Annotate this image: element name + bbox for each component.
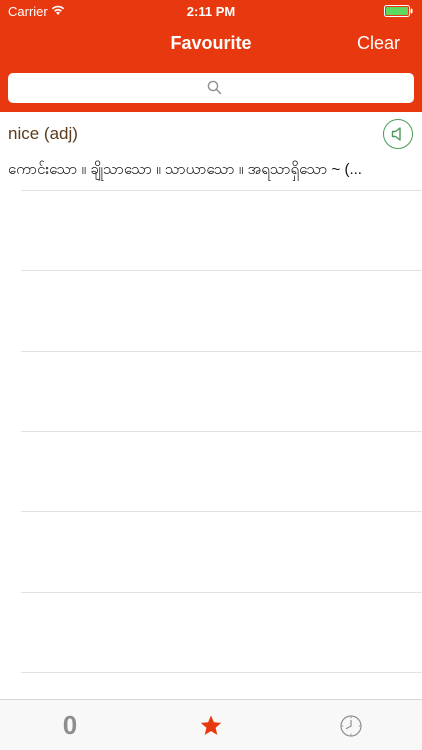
tab-favourite[interactable] — [141, 700, 281, 750]
entry-word: nice (adj) — [8, 124, 78, 143]
clock-icon — [340, 715, 362, 737]
search-bar[interactable] — [8, 73, 414, 103]
list-divider — [21, 190, 422, 191]
list-divider — [21, 511, 422, 512]
star-icon — [200, 715, 222, 735]
clear-button[interactable]: Clear — [357, 33, 400, 54]
tab-bar: 0 — [0, 699, 422, 750]
font-size-icon: 0 — [62, 710, 78, 740]
tab-history[interactable] — [281, 700, 421, 750]
entry-definition: ကောင်းသော ။ ချိုသာသော ။ သာယာသော ။ အရသာရှ… — [8, 161, 362, 178]
tab-font-size[interactable]: 0 — [0, 700, 140, 750]
pronounce-button[interactable] — [383, 119, 413, 149]
list-divider — [21, 270, 422, 271]
list-divider — [21, 431, 422, 432]
list-divider — [21, 592, 422, 593]
app-header: Carrier 2:11 PM Favourite Clear — [0, 0, 422, 112]
list-divider — [21, 672, 422, 673]
list-item[interactable]: nice (adj) ကောင်းသော ။ ချိုသာသော ။ သာယာသ… — [0, 112, 422, 190]
search-input[interactable] — [8, 73, 414, 103]
list-divider — [21, 351, 422, 352]
status-time: 2:11 PM — [186, 4, 236, 19]
battery-icon — [384, 5, 413, 17]
status-bar: Carrier 2:11 PM — [0, 0, 422, 22]
navigation-bar: Favourite Clear — [0, 22, 422, 66]
speaker-icon — [391, 127, 401, 141]
